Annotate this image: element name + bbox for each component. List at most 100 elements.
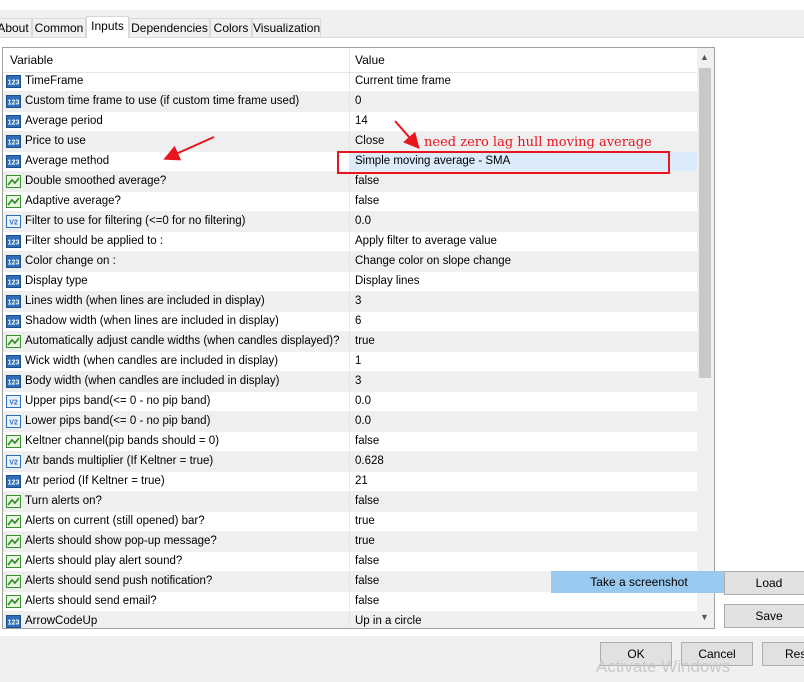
row-variable: Automatically adjust candle widths (when… (25, 335, 340, 347)
row-value-cell[interactable]: Up in a circle (349, 612, 697, 628)
table-row[interactable]: Alerts should show pop-up message? true (3, 532, 697, 552)
table-row[interactable]: Alerts on current (still opened) bar? tru… (3, 512, 697, 532)
integer-icon: 123 (6, 475, 21, 488)
table-row[interactable]: Double smoothed average? false (3, 172, 697, 192)
table-row[interactable]: 123 ArrowCodeUp Up in a circle (3, 612, 697, 628)
row-variable: Keltner channel(pip bands should = 0) (25, 435, 220, 447)
vertical-scrollbar[interactable]: ▲ ▼ (697, 48, 714, 628)
boolean-icon (6, 595, 21, 608)
table-row[interactable]: V2 Atr bands multiplier (If Keltner = tru… (3, 452, 697, 472)
table-row[interactable]: Alerts should play alert sound? false (3, 552, 697, 572)
row-variable: ArrowCodeUp (25, 615, 98, 627)
row-value-cell[interactable]: Display lines (349, 272, 697, 291)
table-row[interactable]: 123 Lines width (when lines are included … (3, 292, 697, 312)
header-variable[interactable]: Variable (10, 53, 53, 67)
reset-button[interactable]: Rese (762, 642, 804, 666)
table-row[interactable]: 123 Wick width (when candles are included… (3, 352, 697, 372)
table-row[interactable]: V2 Upper pips band(<= 0 - no pip band) 0.0 (3, 392, 697, 412)
row-variable: Wick width (when candles are included in… (25, 355, 279, 367)
table-row[interactable]: Automatically adjust candle widths (when… (3, 332, 697, 352)
tab-about[interactable]: About (0, 18, 32, 37)
table-row[interactable]: 123 Color change on : Change color on slop… (3, 252, 697, 272)
table-row[interactable]: V2 Filter to use for filtering (<=0 for n… (3, 212, 697, 232)
row-variable: TimeFrame (25, 75, 84, 87)
table-row[interactable]: 123 Shadow width (when lines are included… (3, 312, 697, 332)
row-value-cell[interactable]: 3 (349, 372, 697, 391)
row-value-cell[interactable]: true (349, 512, 697, 531)
row-value-cell[interactable]: 21 (349, 472, 697, 491)
tab-inputs[interactable]: Inputs (86, 16, 129, 38)
row-value-cell[interactable]: Current time frame (349, 72, 697, 91)
table-row[interactable]: 123 Display type Display lines (3, 272, 697, 292)
boolean-icon (6, 575, 21, 588)
row-value: 0.0 (355, 395, 371, 407)
table-row[interactable]: V2 Lower pips band(<= 0 - no pip band) 0.0 (3, 412, 697, 432)
row-value: false (355, 435, 380, 447)
row-value-cell[interactable]: false (349, 432, 697, 451)
integer-icon: 123 (6, 135, 21, 148)
row-value-cell[interactable]: 6 (349, 312, 697, 331)
row-value-cell[interactable]: Change color on slope change (349, 252, 697, 271)
table-row[interactable]: 123 Atr period (If Keltner = true) 21 (3, 472, 697, 492)
row-variable: Alerts should send email? (25, 595, 157, 607)
tab-common[interactable]: Common (32, 18, 86, 37)
row-value: 14 (355, 115, 368, 127)
boolean-icon (6, 515, 21, 528)
integer-icon: 123 (6, 155, 21, 168)
svg-text:123: 123 (8, 160, 20, 167)
row-value-cell[interactable]: 3 (349, 292, 697, 311)
activate-windows-watermark: Activate Windows (596, 657, 731, 676)
row-value-cell[interactable]: false (349, 552, 697, 571)
table-row[interactable]: Keltner channel(pip bands should = 0) fal… (3, 432, 697, 452)
row-value-cell[interactable]: true (349, 332, 697, 351)
row-value: true (355, 335, 375, 347)
svg-text:V2: V2 (9, 220, 18, 227)
row-value-cell[interactable]: 14 (349, 112, 697, 131)
row-value-cell[interactable]: 0.0 (349, 212, 697, 231)
row-value: Apply filter to average value (355, 235, 497, 247)
row-value-cell[interactable]: 1 (349, 352, 697, 371)
row-value: Close (355, 135, 385, 147)
header-separator[interactable] (349, 48, 350, 72)
row-value-cell[interactable]: true (349, 532, 697, 551)
load-button[interactable]: Load (724, 571, 804, 595)
tab-visualization[interactable]: Visualization (252, 18, 321, 37)
table-row[interactable]: 123 Body width (when candles are included… (3, 372, 697, 392)
table-row[interactable]: 123 Average period 14 (3, 112, 697, 132)
tab-dependencies[interactable]: Dependencies (129, 18, 210, 37)
scroll-down-icon[interactable]: ▼ (700, 612, 709, 622)
row-value-cell[interactable]: false (349, 492, 697, 511)
table-row[interactable]: 123 TimeFrame Current time frame (3, 72, 697, 92)
save-button[interactable]: Save (724, 604, 804, 628)
table-row[interactable]: Alerts should send email? false (3, 592, 697, 612)
svg-text:123: 123 (8, 320, 20, 327)
row-variable: Display type (25, 275, 88, 287)
row-value-cell[interactable]: 0.0 (349, 412, 697, 431)
row-value-cell[interactable]: Apply filter to average value (349, 232, 697, 251)
row-value-cell[interactable]: 0.0 (349, 392, 697, 411)
scrollbar-thumb[interactable] (699, 68, 711, 378)
row-value-cell[interactable]: 0.628 (349, 452, 697, 471)
row-value-cell[interactable]: false (349, 592, 697, 611)
row-variable: Custom time frame to use (if custom time… (25, 95, 300, 107)
row-variable: Average method (25, 155, 110, 167)
row-value-cell[interactable]: 0 (349, 92, 697, 111)
row-value: 3 (355, 295, 362, 307)
header-value[interactable]: Value (355, 53, 385, 67)
table-row[interactable]: Adaptive average? false (3, 192, 697, 212)
row-variable: Body width (when candles are included in… (25, 375, 280, 387)
table-row[interactable]: 123 Filter should be applied to : Apply fi… (3, 232, 697, 252)
table-row[interactable]: 123 Custom time frame to use (if custom t… (3, 92, 697, 112)
take-screenshot-button[interactable]: Take a screenshot (551, 571, 727, 593)
tab-colors[interactable]: Colors (210, 18, 252, 37)
svg-text:123: 123 (8, 240, 20, 247)
row-value: 0.0 (355, 215, 371, 227)
table-row[interactable]: Turn alerts on? false (3, 492, 697, 512)
scroll-up-icon[interactable]: ▲ (700, 52, 709, 62)
row-value-cell[interactable]: false (349, 192, 697, 211)
row-value: 0.0 (355, 415, 371, 427)
double-icon: V2 (6, 215, 21, 228)
row-variable: Shadow width (when lines are included in… (25, 315, 279, 327)
row-value: Up in a circle (355, 615, 422, 627)
row-value-cell[interactable]: false (349, 172, 697, 191)
